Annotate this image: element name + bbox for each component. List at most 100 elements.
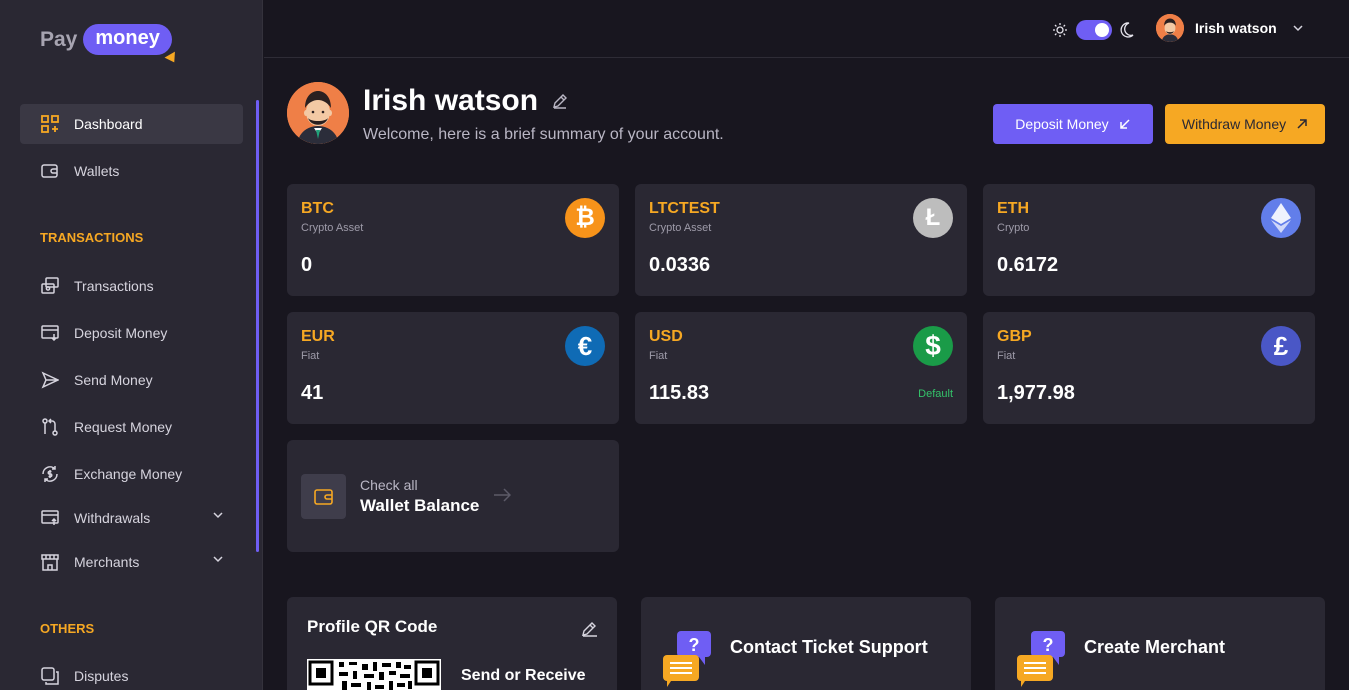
brand-money-text: money xyxy=(95,27,160,49)
chevron-down-icon xyxy=(1293,25,1303,32)
arrow-up-right-icon xyxy=(1297,119,1307,129)
wallet-icon xyxy=(40,161,60,181)
sun-icon xyxy=(1053,23,1067,37)
deposit-money-button[interactable]: Deposit Money xyxy=(993,104,1153,144)
exchange-icon xyxy=(40,464,60,484)
sidebar-item-label: Disputes xyxy=(74,668,129,684)
edit-pencil-icon[interactable] xyxy=(552,93,568,109)
request-icon xyxy=(40,417,60,437)
currency-code: USD xyxy=(649,328,683,345)
litecoin-icon: Ł xyxy=(913,198,953,238)
wallet-card-eur[interactable]: EUR Fiat 41 € xyxy=(287,312,619,424)
currency-type: Fiat xyxy=(301,350,320,362)
cursor-icon xyxy=(164,51,180,66)
avatar xyxy=(287,82,349,144)
user-menu[interactable]: Irish watson xyxy=(1156,14,1303,42)
sidebar-item-label: Dashboard xyxy=(74,116,143,132)
sidebar: Pay money Dashboard Wallets TRANSACTIONS… xyxy=(0,0,263,690)
pound-icon: £ xyxy=(1261,326,1301,366)
wallet-icon xyxy=(301,474,346,519)
theme-switcher xyxy=(1052,20,1134,40)
currency-type: Fiat xyxy=(649,350,668,362)
qr-code-image xyxy=(307,659,441,690)
wallet-card-btc[interactable]: BTC Crypto Asset 0 ₿ xyxy=(287,184,619,296)
sidebar-item-deposit-money[interactable]: Deposit Money xyxy=(20,313,243,353)
brand-pay: Pay xyxy=(40,27,78,51)
sidebar-item-send-money[interactable]: Send Money xyxy=(20,360,243,400)
wallet-balance-title: Wallet Balance xyxy=(360,496,480,515)
wallet-balance-caption: Check all xyxy=(360,477,418,493)
contact-ticket-support-card[interactable]: ? Contact Ticket Support xyxy=(641,597,971,690)
profile-header: Irish watson Welcome, here is a brief su… xyxy=(287,82,724,144)
edit-pencil-icon[interactable] xyxy=(581,621,597,637)
moon-icon xyxy=(1120,22,1134,38)
bitcoin-icon: ₿ xyxy=(565,198,605,238)
currency-code: GBP xyxy=(997,328,1032,345)
wallet-card-gbp[interactable]: GBP Fiat 1,977.98 £ xyxy=(983,312,1315,424)
dashboard-grid-icon xyxy=(40,114,60,134)
default-badge: Default xyxy=(918,388,953,400)
toggle-knob xyxy=(1095,23,1109,37)
sidebar-item-exchange-money[interactable]: Exchange Money xyxy=(20,454,243,494)
wallet-balance: 0.6172 xyxy=(997,254,1059,276)
section-transactions: TRANSACTIONS xyxy=(40,230,144,245)
currency-type: Fiat xyxy=(997,350,1016,362)
sidebar-item-label: Merchants xyxy=(74,554,140,570)
arrow-right-icon xyxy=(494,488,511,502)
sidebar-item-label: Exchange Money xyxy=(74,466,183,482)
currency-code: EUR xyxy=(301,328,335,345)
dollar-icon: $ xyxy=(913,326,953,366)
sidebar-item-disputes[interactable]: Disputes xyxy=(20,656,243,690)
qr-card-title: Profile QR Code xyxy=(307,617,438,636)
currency-code: LTCTEST xyxy=(649,200,720,217)
sidebar-item-dashboard[interactable]: Dashboard xyxy=(20,104,243,144)
sidebar-item-label: Transactions xyxy=(74,278,154,294)
wallet-card-ltctest[interactable]: LTCTEST Crypto Asset 0.0336 Ł xyxy=(635,184,967,296)
deposit-icon xyxy=(40,323,60,343)
create-merchant-card[interactable]: ? Create Merchant xyxy=(995,597,1325,690)
app-root: Pay money Dashboard Wallets TRANSACTIONS… xyxy=(0,0,1349,690)
merchant-store-icon xyxy=(40,552,60,572)
page-title: Irish watson xyxy=(363,84,568,118)
theme-toggle[interactable] xyxy=(1076,20,1112,40)
sidebar-item-withdrawals[interactable]: Withdrawals xyxy=(20,498,243,538)
brand-logo[interactable]: Pay money xyxy=(40,24,180,66)
chevron-down-icon xyxy=(213,512,223,519)
wallet-card-usd[interactable]: USD Fiat 115.83 Default $ xyxy=(635,312,967,424)
svg-text:?: ? xyxy=(1043,635,1054,655)
check-wallet-balance-card[interactable]: Check all Wallet Balance xyxy=(287,440,619,552)
currency-code: BTC xyxy=(301,200,334,217)
transactions-icon xyxy=(40,276,60,296)
withdraw-button-label: Withdraw Money xyxy=(1181,116,1287,132)
wallet-card-eth[interactable]: ETH Crypto 0.6172 xyxy=(983,184,1315,296)
currency-code: ETH xyxy=(997,200,1029,217)
create-merchant-title: Create Merchant xyxy=(1084,637,1226,657)
section-others: OTHERS xyxy=(40,621,95,636)
sidebar-scrollbar[interactable] xyxy=(256,100,259,552)
withdraw-money-button[interactable]: Withdraw Money xyxy=(1165,104,1325,144)
wallet-balance: 41 xyxy=(301,382,324,404)
wallet-balance: 115.83 xyxy=(649,382,710,404)
brand-money: money xyxy=(83,24,180,66)
avatar xyxy=(1156,14,1184,42)
topbar: Irish watson xyxy=(264,0,1349,58)
send-or-receive-text: Send or Receive xyxy=(461,667,586,684)
sidebar-item-request-money[interactable]: Request Money xyxy=(20,407,243,447)
deposit-button-label: Deposit Money xyxy=(1015,116,1109,132)
sidebar-item-label: Withdrawals xyxy=(74,510,151,526)
wallet-balance: 1,977.98 xyxy=(997,382,1075,404)
welcome-text: Welcome, here is a brief summary of your… xyxy=(363,126,724,143)
disputes-icon xyxy=(40,666,60,686)
sidebar-item-transactions[interactable]: Transactions xyxy=(20,266,243,306)
sidebar-item-label: Send Money xyxy=(74,372,153,388)
ethereum-icon xyxy=(1261,198,1301,238)
sidebar-item-wallets[interactable]: Wallets xyxy=(20,151,243,191)
sidebar-item-label: Request Money xyxy=(74,419,173,435)
sidebar-item-merchants[interactable]: Merchants xyxy=(20,542,243,582)
wallet-balance: 0 xyxy=(301,254,313,276)
wallet-balance: 0.0336 xyxy=(649,254,711,276)
chat-support-icon: ? xyxy=(663,631,711,687)
sidebar-item-label: Wallets xyxy=(74,163,120,179)
currency-type: Crypto xyxy=(997,222,1030,234)
chat-merchant-icon: ? xyxy=(1017,631,1065,687)
